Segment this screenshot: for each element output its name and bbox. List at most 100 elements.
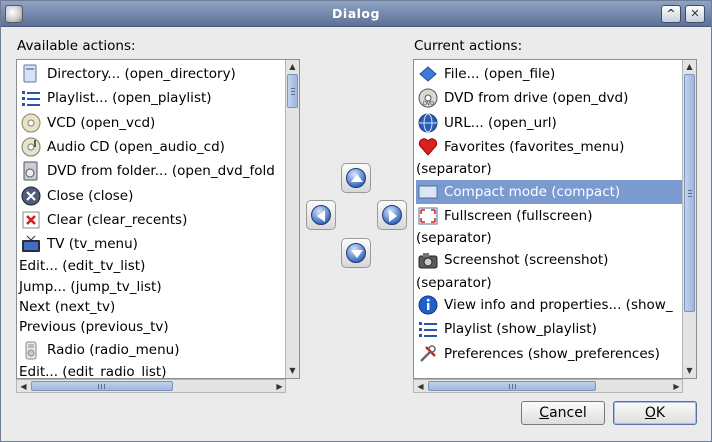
scroll-thumb[interactable]	[287, 74, 298, 108]
available-list-item-label: DVD from folder... (open_dvd_fold	[47, 163, 275, 180]
scroll-up-arrow-icon[interactable]: ▲	[683, 60, 696, 73]
current-list-item[interactable]: Fullscreen (fullscreen)	[416, 204, 682, 228]
current-list-item-label: Screenshot (screenshot)	[444, 252, 609, 269]
camera-icon	[418, 250, 438, 270]
available-list-item[interactable]: Previous (previous_tv)	[19, 317, 285, 337]
available-list-item[interactable]: DVD from folder... (open_dvd_fold	[19, 159, 285, 183]
scroll-down-arrow-icon[interactable]: ▼	[286, 364, 299, 377]
scroll-thumb[interactable]	[684, 74, 695, 312]
scroll-thumb[interactable]	[428, 381, 596, 391]
current-list-item[interactable]: DVD DVD from drive (open_dvd)	[416, 86, 682, 110]
globe-icon	[418, 113, 438, 133]
available-vscrollbar[interactable]: ▲ ▼	[285, 60, 299, 378]
available-list-item-label: Edit... (edit_tv_list)	[19, 258, 146, 275]
dvd-icon: DVD	[418, 88, 438, 108]
current-list-item-label: (separator)	[416, 230, 492, 247]
current-list-item[interactable]: File... (open_file)	[416, 62, 682, 86]
available-list-item[interactable]: Next (next_tv)	[19, 297, 285, 317]
current-list-item-label: Playlist (show_playlist)	[444, 321, 597, 338]
current-actions-list[interactable]: File... (open_file) DVD DVD from drive (op…	[413, 59, 697, 379]
tools-icon	[418, 344, 438, 364]
available-list-item-label: Next (next_tv)	[19, 299, 116, 315]
close-button[interactable]: ✕	[685, 5, 705, 23]
tv-icon	[21, 234, 41, 254]
arrow-up-icon: ^	[666, 7, 676, 20]
available-list-item[interactable]: Edit... (edit_radio_list)	[19, 362, 285, 379]
folder-icon	[21, 64, 41, 84]
available-list-item[interactable]: Radio (radio_menu)	[19, 338, 285, 362]
move-right-button[interactable]	[377, 200, 407, 230]
close-circle-icon	[21, 186, 41, 206]
available-hscrollbar[interactable]: ◀ ▶	[16, 379, 286, 393]
info-icon	[418, 295, 438, 315]
available-list-item[interactable]: Directory... (open_directory)	[19, 62, 285, 86]
scroll-up-arrow-icon[interactable]: ▲	[286, 60, 299, 73]
current-list-item[interactable]: Preferences (show_preferences)	[416, 342, 682, 366]
arrow-right-icon	[382, 205, 402, 225]
available-list-item-label: Edit... (edit_radio_list)	[19, 363, 167, 379]
available-list-item[interactable]: Jump... (jump_tv_list)	[19, 277, 285, 297]
close-icon: ✕	[690, 7, 700, 20]
available-list-item-label: Jump... (jump_tv_list)	[19, 278, 162, 295]
available-list-item-label: Clear (clear_recents)	[47, 211, 188, 228]
dialog-window: Dialog ^ ✕ Available actions: Current ac…	[0, 0, 712, 442]
available-list-item-label: Radio (radio_menu)	[47, 341, 180, 358]
compact-icon	[418, 182, 438, 202]
scroll-right-arrow-icon[interactable]: ▶	[670, 380, 683, 393]
available-list-item[interactable]: Audio CD (open_audio_cd)	[19, 135, 285, 159]
available-list-item-label: Playlist... (open_playlist)	[47, 90, 212, 107]
current-list-item-label: Fullscreen (fullscreen)	[444, 207, 593, 224]
current-actions-label: Current actions:	[414, 38, 523, 54]
arrow-left-icon	[311, 205, 331, 225]
svg-text:DVD: DVD	[423, 101, 434, 107]
scroll-down-arrow-icon[interactable]: ▼	[683, 364, 696, 377]
current-list-item[interactable]: Compact mode (compact)	[416, 179, 682, 204]
list-icon	[21, 88, 41, 108]
current-list-item[interactable]: Screenshot (screenshot)	[416, 248, 682, 272]
current-list-item[interactable]: View info and properties... (show_	[416, 293, 682, 317]
move-left-button[interactable]	[306, 200, 336, 230]
available-list-item-label: VCD (open_vcd)	[47, 114, 156, 131]
available-list-item[interactable]: Clear (clear_recents)	[19, 208, 285, 232]
available-list-item-label: TV (tv_menu)	[47, 236, 138, 253]
disc-icon	[21, 113, 41, 133]
move-down-button[interactable]	[341, 238, 371, 268]
scroll-left-arrow-icon[interactable]: ◀	[17, 380, 30, 393]
current-list-item[interactable]: (separator)	[416, 159, 682, 179]
arrow-up-icon	[346, 168, 366, 188]
current-list-item-label: Preferences (show_preferences)	[444, 345, 660, 362]
heart-icon	[418, 137, 438, 157]
available-list-item[interactable]: Edit... (edit_tv_list)	[19, 256, 285, 276]
current-hscrollbar[interactable]: ◀ ▶	[413, 379, 683, 393]
available-list-item-label: Close (close)	[47, 187, 134, 204]
current-list-item[interactable]: Favorites (favorites_menu)	[416, 135, 682, 159]
available-list-item[interactable]: Close (close)	[19, 184, 285, 208]
current-list-item-label: View info and properties... (show_	[444, 297, 673, 313]
move-up-button[interactable]	[341, 163, 371, 193]
arrow-down-icon	[346, 243, 366, 263]
dvd-folder-icon	[21, 161, 41, 181]
audio-cd-icon	[21, 137, 41, 157]
current-list-item[interactable]: (separator)	[416, 228, 682, 248]
title-bar[interactable]: Dialog ^ ✕	[1, 1, 711, 27]
current-list-item[interactable]: Playlist (show_playlist)	[416, 317, 682, 341]
current-list-item[interactable]: (separator)	[416, 273, 682, 293]
clear-icon	[21, 210, 41, 230]
window-title: Dialog	[332, 6, 380, 21]
scroll-right-arrow-icon[interactable]: ▶	[273, 380, 286, 393]
current-vscrollbar[interactable]: ▲ ▼	[682, 60, 696, 378]
available-list-item[interactable]: Playlist... (open_playlist)	[19, 86, 285, 110]
current-list-item-label: URL... (open_url)	[444, 114, 557, 131]
available-list-item[interactable]: TV (tv_menu)	[19, 232, 285, 256]
current-list-item-label: DVD from drive (open_dvd)	[444, 90, 629, 107]
ok-button[interactable]: OK	[613, 401, 697, 425]
available-actions-list[interactable]: Directory... (open_directory) Playlist...…	[16, 59, 300, 379]
cancel-button[interactable]: Cancel	[521, 401, 605, 425]
available-actions-label: Available actions:	[17, 38, 136, 54]
scroll-left-arrow-icon[interactable]: ◀	[414, 380, 427, 393]
scroll-thumb[interactable]	[31, 381, 173, 391]
help-button[interactable]: ^	[661, 5, 681, 23]
available-list-item[interactable]: VCD (open_vcd)	[19, 111, 285, 135]
available-list-item-label: Audio CD (open_audio_cd)	[47, 138, 225, 155]
current-list-item[interactable]: URL... (open_url)	[416, 111, 682, 135]
